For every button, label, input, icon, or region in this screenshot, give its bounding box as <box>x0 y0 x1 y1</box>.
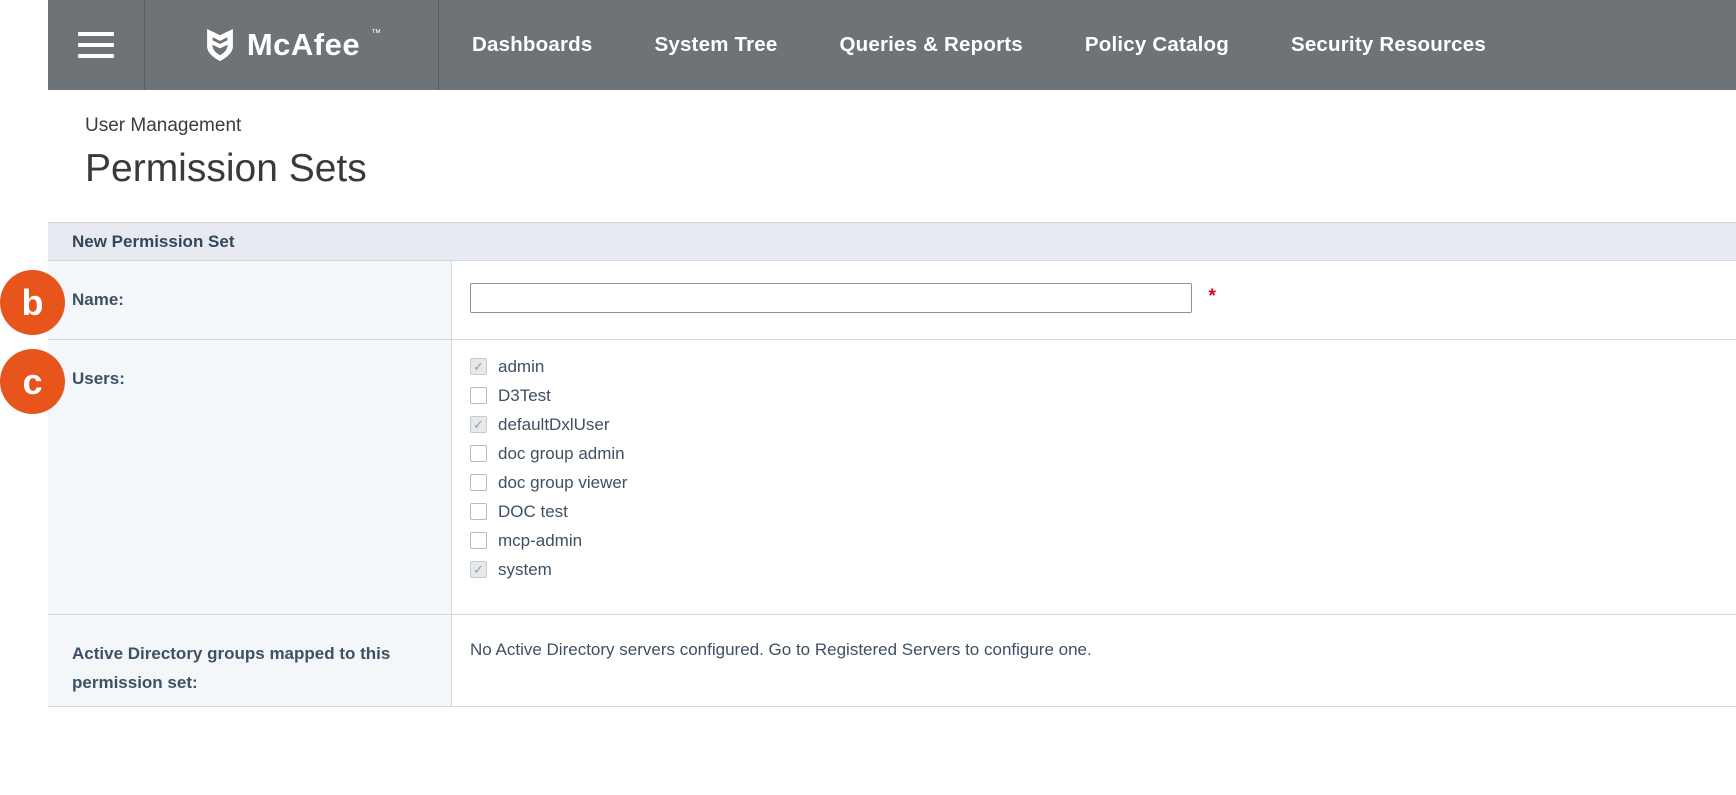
checkbox[interactable] <box>470 474 487 491</box>
user-checkbox-label: mcp-admin <box>498 531 582 551</box>
new-permission-set-panel: New Permission Set Name: * Users: admin … <box>48 222 1736 707</box>
checkbox[interactable] <box>470 445 487 462</box>
user-checkbox-label: doc group viewer <box>498 473 627 493</box>
user-checkbox-option[interactable]: doc group admin <box>470 439 1712 468</box>
checkbox[interactable] <box>470 416 487 433</box>
mcafee-logo[interactable]: McAfee ™ <box>145 0 439 90</box>
menu-button[interactable] <box>48 0 145 90</box>
required-asterisk: * <box>1208 286 1215 307</box>
user-checkbox-label: D3Test <box>498 386 551 406</box>
main-content: User Management Permission Sets New Perm… <box>48 90 1736 795</box>
user-checkbox-option[interactable]: admin <box>470 352 1712 381</box>
user-checkbox-label: doc group admin <box>498 444 625 464</box>
mcafee-shield-icon <box>203 26 237 64</box>
annotation-letter: c <box>22 361 42 403</box>
trademark-symbol: ™ <box>371 28 381 39</box>
top-navigation-bar: McAfee ™ Dashboards System Tree Queries … <box>48 0 1736 90</box>
checkbox[interactable] <box>470 532 487 549</box>
name-label-cell: Name: <box>48 261 452 339</box>
breadcrumb: User Management <box>85 115 1736 137</box>
user-checkbox-option[interactable]: D3Test <box>470 381 1712 410</box>
ad-groups-value-cell: No Active Directory servers configured. … <box>452 615 1736 706</box>
user-checkbox-label: DOC test <box>498 502 568 522</box>
name-input[interactable] <box>470 283 1192 313</box>
checkbox[interactable] <box>470 387 487 404</box>
ad-groups-label-cell: Active Directory groups mapped to this p… <box>48 615 452 706</box>
brand-name: McAfee <box>247 27 360 63</box>
user-checkbox-option[interactable]: doc group viewer <box>470 468 1712 497</box>
annotation-letter: b <box>22 282 44 324</box>
page-title: Permission Sets <box>85 147 1736 191</box>
nav-item[interactable]: Security Resources <box>1260 33 1517 57</box>
name-label: Name: <box>72 290 124 309</box>
users-checkbox-list: admin D3Test defaultDxlUser doc group ad… <box>470 352 1712 584</box>
ad-groups-label: Active Directory groups mapped to this p… <box>72 644 390 692</box>
user-checkbox-label: system <box>498 560 552 580</box>
user-checkbox-option[interactable]: system <box>470 555 1712 584</box>
annotation-badge-c: c <box>0 349 65 414</box>
checkbox[interactable] <box>470 503 487 520</box>
user-checkbox-option[interactable]: defaultDxlUser <box>470 410 1712 439</box>
hamburger-icon <box>78 54 114 58</box>
users-row: Users: admin D3Test defaultDxlUser doc g… <box>48 340 1736 615</box>
nav-item[interactable]: System Tree <box>623 33 808 57</box>
nav-item[interactable]: Queries & Reports <box>808 33 1053 57</box>
users-label-cell: Users: <box>48 340 452 614</box>
hamburger-icon <box>78 43 114 47</box>
user-checkbox-label: admin <box>498 357 544 377</box>
users-value-cell: admin D3Test defaultDxlUser doc group ad… <box>452 340 1736 614</box>
hamburger-icon <box>78 32 114 36</box>
primary-nav: Dashboards System Tree Queries & Reports… <box>439 0 1517 90</box>
nav-item[interactable]: Policy Catalog <box>1054 33 1260 57</box>
section-header: New Permission Set <box>48 223 1736 261</box>
user-checkbox-option[interactable]: mcp-admin <box>470 526 1712 555</box>
ad-groups-row: Active Directory groups mapped to this p… <box>48 615 1736 707</box>
page-head: User Management Permission Sets <box>48 90 1736 191</box>
name-value-cell: * <box>452 261 1736 339</box>
user-checkbox-option[interactable]: DOC test <box>470 497 1712 526</box>
nav-item[interactable]: Dashboards <box>441 33 623 57</box>
checkbox[interactable] <box>470 358 487 375</box>
checkbox[interactable] <box>470 561 487 578</box>
users-label: Users: <box>72 369 125 388</box>
ad-groups-message: No Active Directory servers configured. … <box>470 640 1092 659</box>
name-row: Name: * <box>48 261 1736 340</box>
user-checkbox-label: defaultDxlUser <box>498 415 610 435</box>
annotation-badge-b: b <box>0 270 65 335</box>
